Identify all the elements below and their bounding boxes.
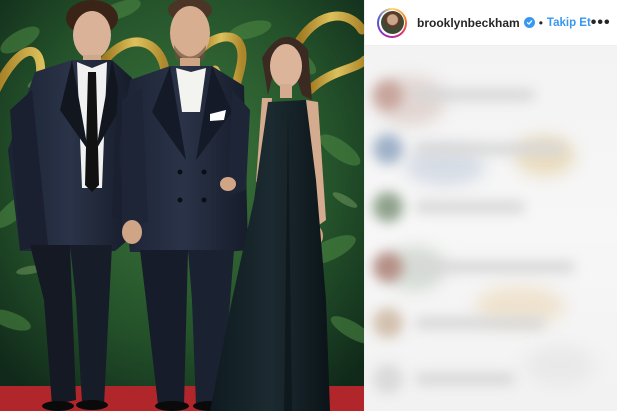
- blurred-comment-avatar: [373, 80, 403, 110]
- blurred-comment-avatar: [373, 252, 403, 282]
- blurred-comment-avatar: [373, 364, 403, 394]
- blurred-comment-text: [415, 143, 565, 155]
- blurred-comment: [373, 192, 525, 222]
- post-photo-image: [0, 0, 364, 411]
- blurred-comment: [373, 80, 535, 110]
- blurred-comment-avatar: [373, 134, 403, 164]
- blurred-comment-avatar: [373, 192, 403, 222]
- blurred-comment-text: [415, 317, 545, 329]
- blurred-comment-text: [415, 261, 575, 273]
- instagram-post: brooklynbeckham • Takip Et •••: [0, 0, 617, 411]
- post-photo[interactable]: [0, 0, 364, 411]
- post-header: brooklynbeckham • Takip Et •••: [365, 0, 617, 46]
- post-side-panel: brooklynbeckham • Takip Et •••: [365, 0, 617, 411]
- avatar[interactable]: [377, 7, 407, 38]
- avatar-border: [379, 9, 405, 36]
- profile-avatar-image: [380, 11, 404, 34]
- blurred-comment: [373, 134, 565, 164]
- blurred-comment-text: [415, 373, 515, 385]
- blurred-comment: [373, 364, 515, 394]
- blur-blob: [525, 346, 595, 386]
- blurred-comment-avatar: [373, 308, 403, 338]
- verified-badge-icon: [523, 17, 535, 28]
- comments-area-blurred: [365, 46, 617, 411]
- blurred-comment: [373, 308, 545, 338]
- follow-button[interactable]: Takip Et: [547, 17, 591, 29]
- username-link[interactable]: brooklynbeckham: [417, 16, 520, 30]
- blurred-comment-text: [415, 89, 535, 101]
- header-separator: •: [538, 15, 543, 30]
- blurred-comment-text: [415, 201, 525, 213]
- blurred-comment: [373, 252, 575, 282]
- more-options-icon[interactable]: •••: [591, 14, 611, 32]
